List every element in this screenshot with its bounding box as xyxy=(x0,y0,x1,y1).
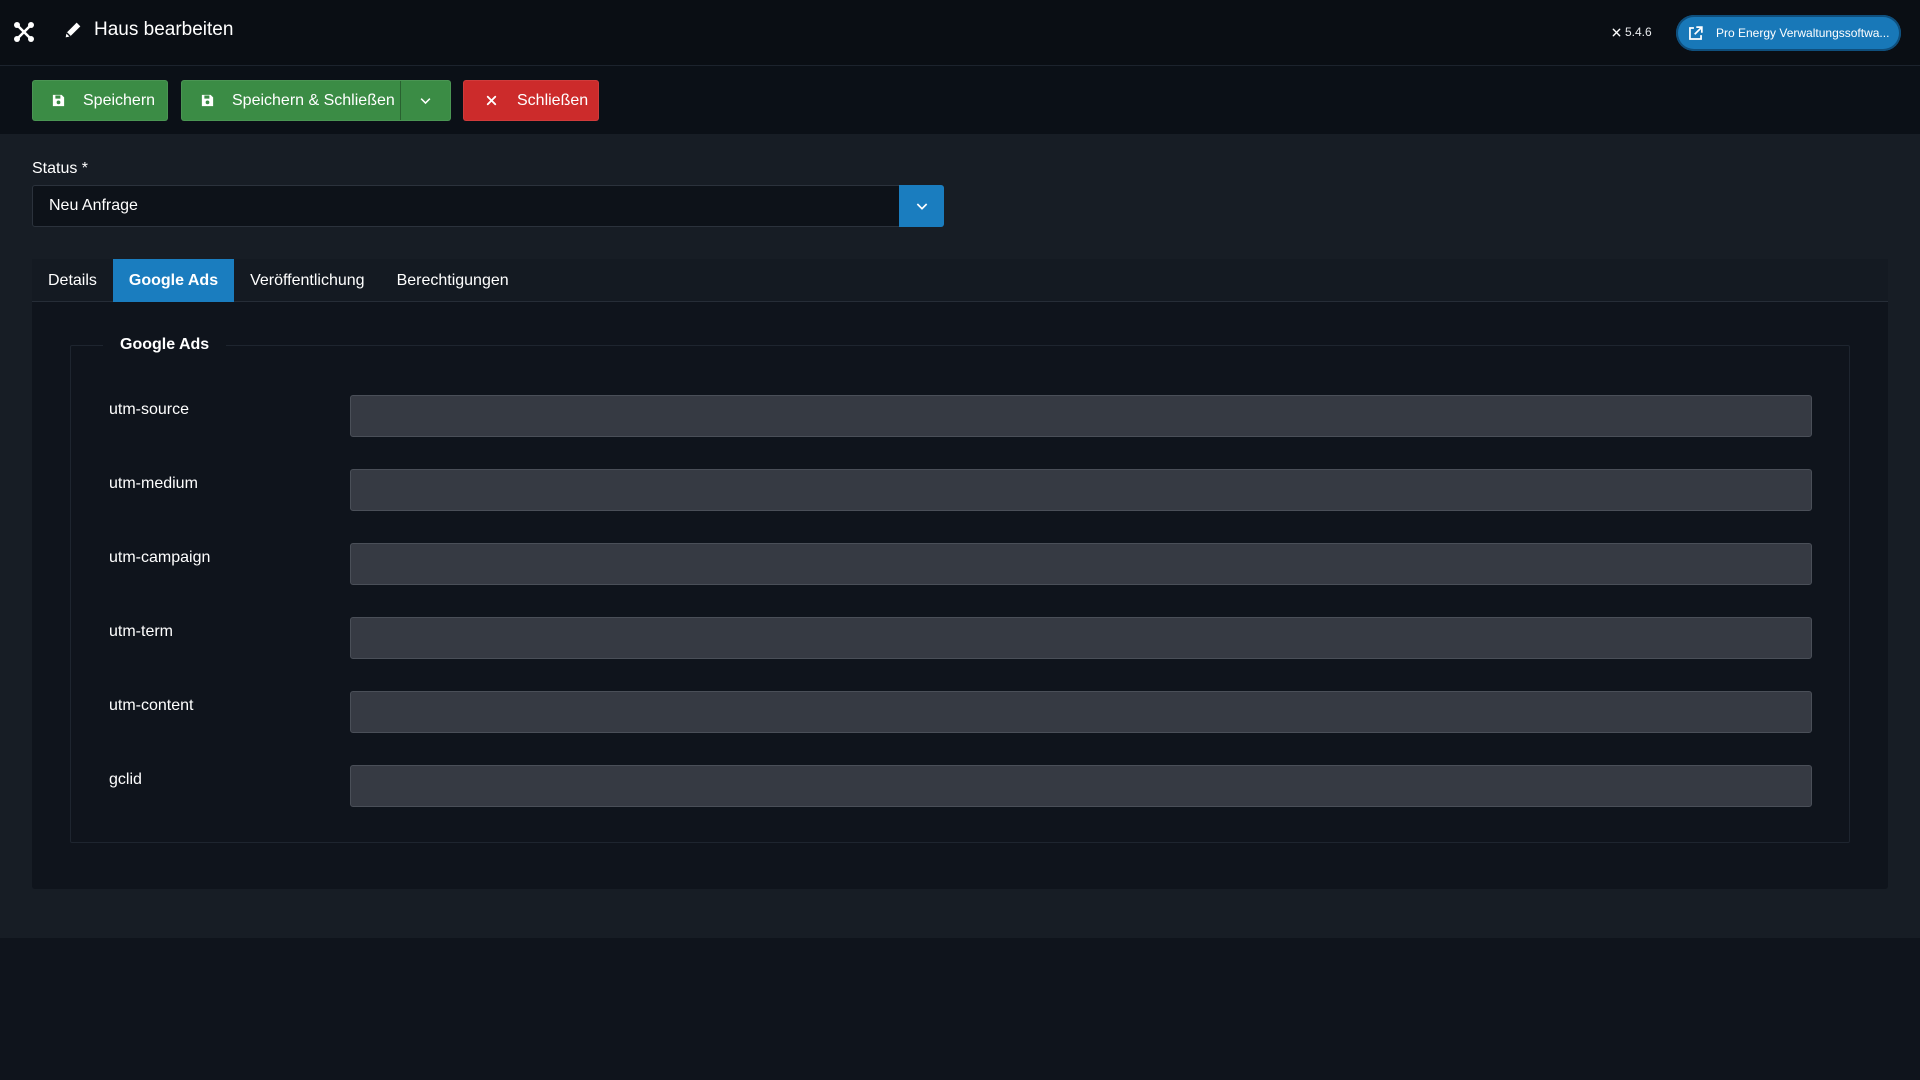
form-row-utm-campaign: utm-campaign xyxy=(71,543,1849,585)
version-text: 5.4.6 xyxy=(1625,25,1652,39)
close-icon xyxy=(486,95,497,106)
joomla-small-icon xyxy=(1612,28,1621,36)
save-close-button[interactable]: Speichern & Schließen xyxy=(182,81,400,120)
status-select[interactable]: Neu Anfrage xyxy=(32,185,944,227)
utm-content-label: utm-content xyxy=(109,697,194,714)
floppy-disk-icon xyxy=(201,94,214,107)
edit-form: Status * Neu Anfrage Details Google Ads … xyxy=(0,134,1920,938)
save-button-label: Speichern xyxy=(83,91,156,109)
gclid-input[interactable] xyxy=(350,765,1812,807)
tab-permissions[interactable]: Berechtigungen xyxy=(381,259,525,302)
save-button[interactable]: Speichern xyxy=(32,80,168,121)
pencil-icon xyxy=(65,22,81,38)
save-close-button-group: Speichern & Schließen xyxy=(181,80,451,121)
page-title: Haus bearbeiten xyxy=(94,19,234,40)
utm-term-label: utm-term xyxy=(109,623,173,640)
floppy-disk-icon xyxy=(52,94,65,107)
tabs-bar: Details Google Ads Veröffentlichung Bere… xyxy=(32,259,1888,302)
view-site-button[interactable]: Pro Energy Verwaltungssoftwa... xyxy=(1676,15,1901,51)
fieldset-legend: Google Ads xyxy=(103,336,227,354)
status-selected-value: Neu Anfrage xyxy=(49,197,138,214)
utm-source-label: utm-source xyxy=(109,401,190,418)
form-row-utm-source: utm-source xyxy=(71,395,1849,437)
form-row-utm-content: utm-content xyxy=(71,691,1849,733)
joomla-logo-icon[interactable] xyxy=(12,20,36,44)
status-label: Status * xyxy=(32,160,89,177)
tab-google-ads[interactable]: Google Ads xyxy=(112,259,235,302)
toolbar: Speichern Speichern & Schließen Schließe… xyxy=(0,66,1920,134)
utm-campaign-input[interactable] xyxy=(350,543,1812,585)
utm-term-input[interactable] xyxy=(350,617,1812,659)
save-options-dropdown-button[interactable] xyxy=(401,81,450,120)
chevron-down-icon xyxy=(916,203,927,210)
form-row-utm-term: utm-term xyxy=(71,617,1849,659)
version-badge: 5.4.6 xyxy=(1611,25,1652,39)
gclid-label: gclid xyxy=(109,771,142,788)
utm-campaign-label: utm-campaign xyxy=(109,549,211,566)
form-row-utm-medium: utm-medium xyxy=(71,469,1849,511)
status-dropdown-arrow[interactable] xyxy=(899,185,944,227)
save-close-button-label: Speichern & Schließen xyxy=(232,91,395,109)
utm-medium-input[interactable] xyxy=(350,469,1812,511)
site-button-label: Pro Energy Verwaltungssoftwa... xyxy=(1716,26,1890,40)
app-header: Haus bearbeiten 5.4.6 Pro Energy Verwalt… xyxy=(0,0,1920,66)
external-link-icon xyxy=(1683,21,1707,45)
form-row-gclid: gclid xyxy=(71,765,1849,807)
utm-source-input[interactable] xyxy=(350,395,1812,437)
utm-medium-label: utm-medium xyxy=(109,475,198,492)
page-title-wrap: Haus bearbeiten xyxy=(62,19,233,41)
chevron-down-icon xyxy=(420,98,431,105)
tab-publishing[interactable]: Veröffentlichung xyxy=(234,259,380,302)
google-ads-fieldset: Google Ads utm-source utm-medium utm-cam… xyxy=(70,336,1850,843)
tabs-panel: Details Google Ads Veröffentlichung Bere… xyxy=(32,259,1888,889)
close-button[interactable]: Schließen xyxy=(463,80,599,121)
close-button-label: Schließen xyxy=(517,91,589,109)
tab-details[interactable]: Details xyxy=(32,259,113,302)
utm-content-input[interactable] xyxy=(350,691,1812,733)
